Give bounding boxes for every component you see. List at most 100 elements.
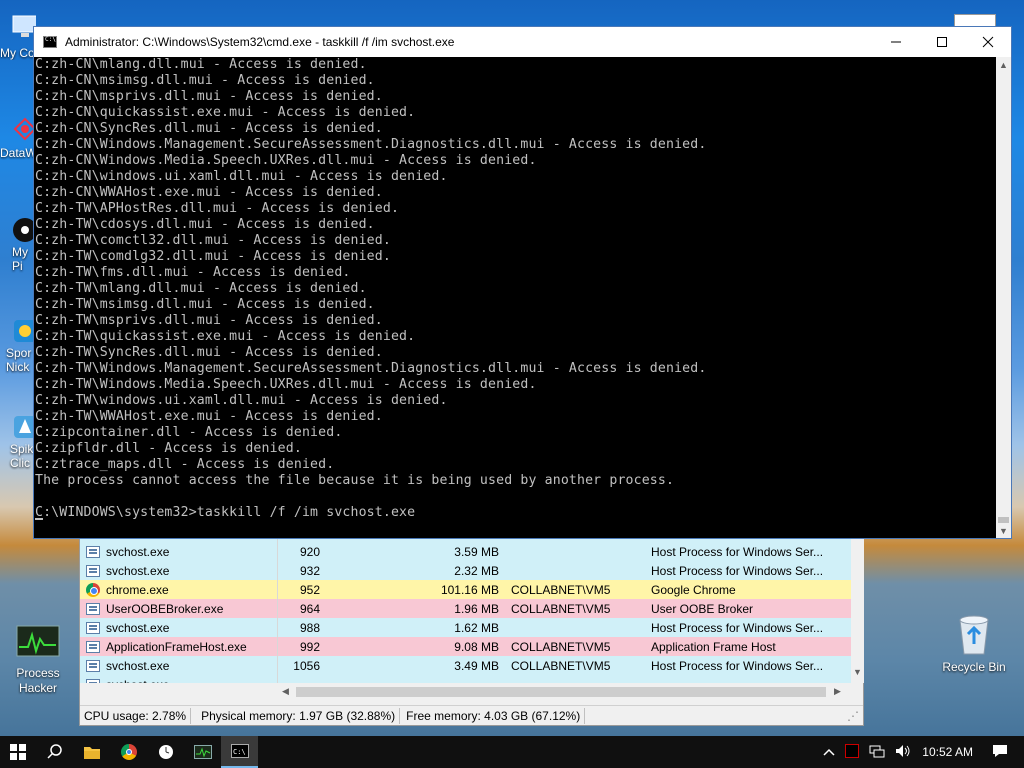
process-name: svchost.exe xyxy=(106,544,170,559)
recycle-bin-icon xyxy=(952,612,996,656)
service-icon xyxy=(86,621,100,634)
desktop-icon-label: DataW xyxy=(0,146,36,160)
description-cell: Host Process for Windows Ser... xyxy=(651,620,824,635)
table-row[interactable]: chrome.exe 952 101.16 MB COLLABNET\VM5 Googl… xyxy=(80,580,851,599)
console-line: C:zh-CN\Windows.Management.SecureAssessm… xyxy=(35,137,707,152)
table-row[interactable]: UserOOBEBroker.exe 964 1.96 MB COLLABNET\VM… xyxy=(80,599,851,618)
service-icon xyxy=(86,545,100,558)
console-line: C:zh-TW\comctl32.dll.mui - Access is den… xyxy=(35,233,391,248)
volume-icon[interactable] xyxy=(890,744,916,761)
service-icon xyxy=(86,602,100,615)
chrome-icon xyxy=(86,582,100,597)
process-name-cell: chrome.exe xyxy=(80,580,278,599)
console-line: C:zh-TW\comdlg32.dll.mui - Access is den… xyxy=(35,249,391,264)
start-button[interactable] xyxy=(0,736,36,768)
clock[interactable]: 10:52 AM xyxy=(916,745,987,759)
chrome-icon xyxy=(120,744,137,760)
free-memory-status: Free memory: 4.03 GB (67.12%) xyxy=(400,708,586,724)
console-line: C:zh-TW\msprivs.dll.mui - Access is deni… xyxy=(35,313,383,328)
table-row[interactable]: svchost.exe 920 3.59 MB Host Process for Wi… xyxy=(80,542,851,561)
table-row[interactable]: svchost.exe 932 2.32 MB Host Process for Wi… xyxy=(80,561,851,580)
pid-cell: 988 xyxy=(299,620,320,635)
private-bytes-cell: 101.16 MB xyxy=(440,582,499,597)
cmd-titlebar[interactable]: Administrator: C:\Windows\System32\cmd.e… xyxy=(34,27,1011,57)
scroll-down-arrow-icon[interactable]: ▼ xyxy=(999,526,1008,536)
process-table-vertical-scrollbar[interactable]: ▼ xyxy=(851,531,864,683)
network-icon[interactable] xyxy=(864,744,890,761)
taskbar-process-hacker[interactable] xyxy=(184,736,221,768)
taskbar-file-explorer[interactable] xyxy=(73,736,110,768)
scroll-left-arrow-icon[interactable]: ◀ xyxy=(282,686,289,697)
cmd-icon[interactable] xyxy=(43,36,57,48)
maximize-icon xyxy=(937,37,947,47)
process-hacker-desktop-icon[interactable]: Process Hacker xyxy=(2,620,74,696)
desktop-icon-datawatch[interactable]: DataW xyxy=(0,114,36,160)
console-line: C:zh-CN\SyncRes.dll.mui - Access is deni… xyxy=(35,121,383,136)
console-line: C:zh-CN\windows.ui.xaml.dll.mui - Access… xyxy=(35,169,448,184)
process-name-cell: svchost.exe xyxy=(80,656,278,675)
table-row[interactable]: svchost.exe 988 1.62 MB Host Process for Wi… xyxy=(80,618,851,637)
desktop-icon-my-computer[interactable]: My Co xyxy=(0,12,36,60)
taskbar-chrome[interactable] xyxy=(110,736,147,768)
cmd-icon: C:\ xyxy=(230,744,249,758)
physical-memory-status: Physical memory: 1.97 GB (32.88%) xyxy=(191,708,401,724)
console-line: C:ztrace_maps.dll - Access is denied. xyxy=(35,457,335,472)
scroll-up-arrow-icon[interactable]: ▲ xyxy=(999,60,1008,70)
show-hidden-icons-button[interactable] xyxy=(818,745,840,759)
status-bar: CPU usage: 2.78% Physical memory: 1.97 G… xyxy=(80,705,863,726)
console-output[interactable]: C:zh-CN\mlang.dll.mui - Access is denied… xyxy=(34,57,996,538)
console-line: C:zh-TW\msimsg.dll.mui - Access is denie… xyxy=(35,297,375,312)
scroll-down-arrow-icon[interactable]: ▼ xyxy=(853,667,862,677)
desktop-icon-label: My Co xyxy=(0,46,35,60)
private-bytes-cell: 3.49 MB xyxy=(454,658,499,673)
process-name-cell: svchost.exe xyxy=(80,618,278,637)
description-cell: Google Chrome xyxy=(651,582,736,597)
user-name-cell: COLLABNET\VM5 xyxy=(511,658,611,673)
desktop-icon-spike[interactable]: Spik Clic xyxy=(0,412,36,470)
desktop-icon-label: Process Hacker xyxy=(16,666,60,695)
desktop-icon-spore[interactable]: Spor Nick xyxy=(0,316,36,374)
pid-cell: 964 xyxy=(299,601,320,616)
taskbar-cmd[interactable]: C:\ xyxy=(221,736,258,768)
console-line: C:zh-TW\fms.dll.mui - Access is denied. xyxy=(35,265,351,280)
console-line: C:zh-TW\cdosys.dll.mui - Access is denie… xyxy=(35,217,375,232)
console-line: C:zh-CN\msprivs.dll.mui - Access is deni… xyxy=(35,89,383,104)
console-line: C:zh-TW\windows.ui.xaml.dll.mui - Access… xyxy=(35,393,448,408)
console-line: C:zh-TW\WWAHost.exe.mui - Access is deni… xyxy=(35,409,383,424)
process-name: svchost.exe xyxy=(106,620,170,635)
process-hacker-icon xyxy=(193,745,212,759)
scrollbar-thumb[interactable] xyxy=(296,687,826,697)
process-table-horizontal-scrollbar[interactable]: ◀ ▶ xyxy=(278,683,851,701)
console-line: C:zh-CN\Windows.Media.Speech.UXRes.dll.m… xyxy=(35,153,537,168)
command-prompt-window[interactable]: Administrator: C:\Windows\System32\cmd.e… xyxy=(33,26,1012,539)
process-table[interactable]: svchost.exe9004.03 MBHost Process for Wi… xyxy=(80,531,851,683)
table-row[interactable]: ApplicationFrameHost.exe 992 9.08 MB COLLAB… xyxy=(80,637,851,656)
close-button[interactable] xyxy=(965,27,1011,57)
action-center-button[interactable] xyxy=(987,744,1024,761)
process-name-cell: UserOOBEBroker.exe xyxy=(80,599,278,618)
console-vertical-scrollbar[interactable]: ▲ ▼ xyxy=(996,57,1011,538)
tray-app-icon[interactable] xyxy=(840,743,864,761)
console-line: C:zh-TW\quickassist.exe.mui - Access is … xyxy=(35,329,416,344)
resize-grip-icon[interactable]: ⋰ xyxy=(843,708,863,724)
desktop-icon-my-pi[interactable]: My Pi xyxy=(0,215,36,273)
process-hacker-window[interactable]: svchost.exe9004.03 MBHost Process for Wi… xyxy=(79,530,864,726)
clock-app-icon xyxy=(158,745,173,759)
minimize-button[interactable] xyxy=(873,27,919,57)
maximize-button[interactable] xyxy=(919,27,965,57)
recycle-bin-desktop-icon[interactable]: Recycle Bin xyxy=(938,612,1010,674)
taskbar-clock-app[interactable] xyxy=(147,736,184,768)
private-bytes-cell: 3.59 MB xyxy=(454,544,499,559)
search-button[interactable] xyxy=(36,736,73,768)
process-name-cell: svchost.exe xyxy=(80,561,278,580)
notifications-icon xyxy=(993,744,1007,757)
private-bytes-cell: 1.96 MB xyxy=(454,601,499,616)
service-icon xyxy=(86,659,100,672)
description-cell: Host Process for Windows Ser... xyxy=(651,658,824,673)
desktop-icon-label: Spor Nick xyxy=(6,346,32,374)
console-line: C:zh-CN\msimsg.dll.mui - Access is denie… xyxy=(35,73,375,88)
scroll-right-arrow-icon[interactable]: ▶ xyxy=(834,686,841,697)
table-row[interactable]: svchost.exe 1056 3.49 MB COLLABNET\VM5 Host … xyxy=(80,656,851,675)
scrollbar-thumb[interactable] xyxy=(998,517,1009,523)
table-row[interactable]: svchost.exe xyxy=(80,675,851,683)
